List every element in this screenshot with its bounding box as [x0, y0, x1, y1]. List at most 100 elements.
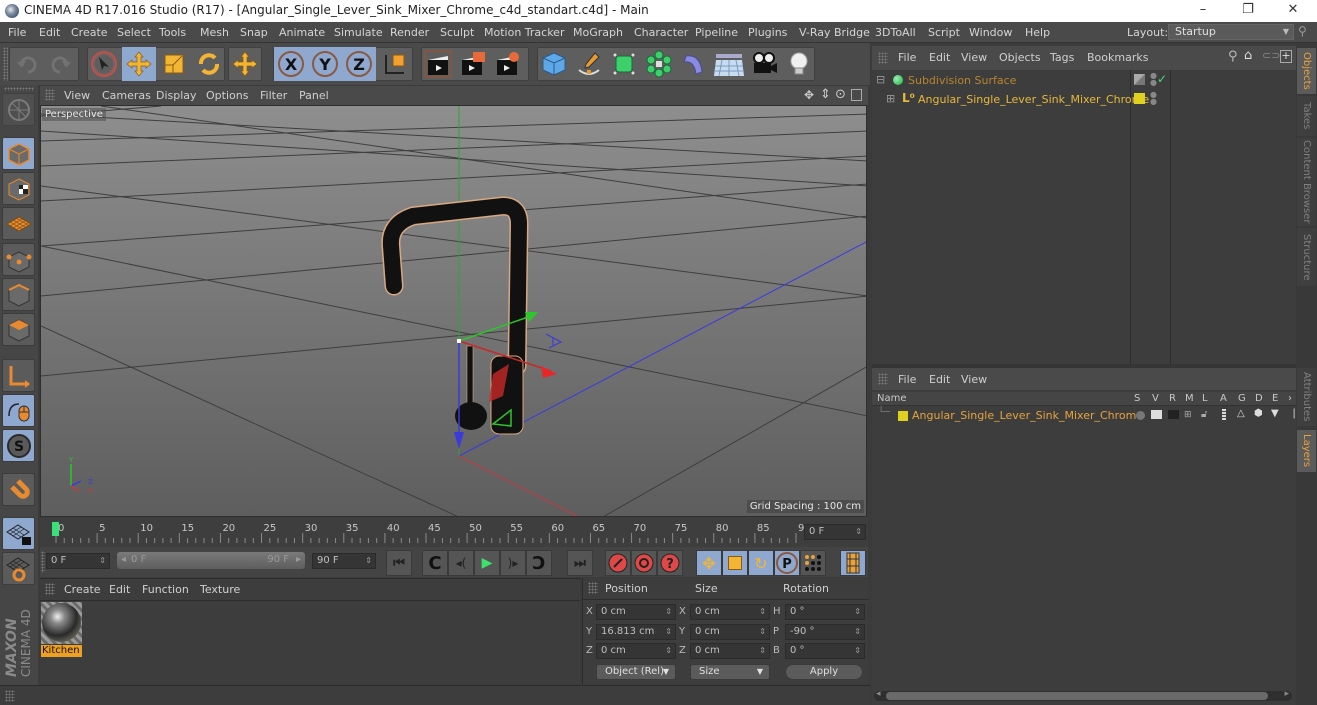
coordinates-grip[interactable] [588, 582, 598, 594]
link-icon[interactable]: ⊂⊃ [1262, 49, 1280, 62]
menu-character[interactable]: Character [634, 26, 688, 39]
cloner-icon[interactable] [642, 47, 676, 81]
generators-toggle-icon[interactable]: △ [1237, 408, 1245, 419]
cube-icon[interactable] [537, 47, 571, 81]
key-position-button[interactable]: ✥ [696, 550, 722, 576]
viewport-dolly-icon[interactable]: ⇕ [820, 87, 831, 102]
new-window-icon[interactable]: + [1280, 50, 1292, 63]
undo-icon[interactable] [10, 47, 44, 81]
timeline-ruler[interactable]: 051015202530354045505560657075808590 0 F… [40, 517, 868, 547]
menu-plugins[interactable]: Plugins [748, 26, 787, 39]
rotation-h-field[interactable]: 0 ° ⇕ [785, 604, 865, 620]
tab-structure[interactable]: Structure [1297, 228, 1316, 286]
viewport-menu-cameras[interactable]: Cameras [102, 89, 151, 102]
coordinate-mode-dropdown[interactable]: Object (Rel) ▼ [596, 664, 676, 680]
horizontal-scrollbar[interactable]: ◂ ▸ [874, 689, 1292, 701]
viewport-menu-view[interactable]: View [64, 89, 90, 102]
menu-create[interactable]: Create [71, 26, 108, 39]
visibility-dots-icon[interactable]: ● ● [1150, 91, 1157, 106]
objects-menu-view[interactable]: View [961, 51, 987, 64]
position-x-field[interactable]: 0 cm ⇕ [596, 604, 676, 620]
workplane-align-icon[interactable] [2, 552, 35, 585]
menu-edit[interactable]: Edit [39, 26, 60, 39]
timeline-window-button[interactable] [840, 550, 866, 576]
object-row-subdivision-surface[interactable]: ⊟ Subdivision Surface ● ● ✓ [872, 71, 1296, 90]
layer-tag-icon[interactable] [1134, 74, 1145, 85]
keyframe-selection-button[interactable]: ? [657, 550, 683, 576]
size-x-field[interactable]: 0 cm ⇕ [690, 604, 770, 620]
menu-3dtoall[interactable]: 3DToAll [875, 26, 916, 39]
rotation-p-field[interactable]: -90 ° ⇕ [785, 624, 865, 640]
object-manager-grip[interactable] [878, 52, 888, 64]
end-frame-field[interactable]: 90 F ⇕ [312, 553, 376, 569]
go-to-previous-key-button[interactable]: C [422, 550, 448, 576]
col-expressions[interactable]: E [1272, 393, 1278, 404]
col-generators[interactable]: G [1238, 393, 1246, 404]
key-rotation-button[interactable]: ↻ [748, 550, 774, 576]
recent-tool-move-icon[interactable] [228, 47, 262, 81]
toolbar-grip[interactable] [3, 47, 8, 81]
z-axis-icon[interactable]: Z [342, 47, 376, 81]
size-y-field[interactable]: 0 cm ⇕ [690, 624, 770, 640]
tab-attributes[interactable]: Attributes [1297, 368, 1316, 426]
camera-icon[interactable] [747, 47, 781, 81]
viewport-menu-filter[interactable]: Filter [260, 89, 287, 102]
menu-help[interactable]: Help [1025, 26, 1050, 39]
objects-menu-objects[interactable]: Objects [999, 51, 1041, 64]
pen-spline-icon[interactable] [572, 47, 606, 81]
col-deformers[interactable]: D [1255, 393, 1263, 404]
frame-range-slider[interactable]: ◂ 0 F 90 F ▸ [117, 552, 305, 569]
collapse-icon[interactable]: ⊟ [876, 73, 885, 86]
coordinate-system-icon[interactable] [378, 47, 412, 81]
axis-mode-icon[interactable] [2, 359, 35, 392]
material-menu-edit[interactable]: Edit [109, 583, 130, 596]
material-grip[interactable] [45, 583, 55, 595]
workplane-lock-icon[interactable] [2, 517, 35, 550]
go-to-end-button[interactable]: ⏭ [567, 550, 593, 576]
viewport-menu-panel[interactable]: Panel [299, 89, 329, 102]
render-view-icon[interactable] [421, 47, 455, 81]
layer-manager-grip[interactable] [878, 373, 888, 385]
render-settings-icon[interactable] [491, 47, 525, 81]
objects-menu-tags[interactable]: Tags [1050, 51, 1074, 64]
objects-menu-bookmarks[interactable]: Bookmarks [1087, 51, 1148, 64]
viewport-rotate-icon[interactable]: ⊙ [835, 87, 846, 102]
texture-mode-icon[interactable] [2, 172, 35, 205]
expand-icon[interactable]: ⊞ [886, 92, 895, 105]
tab-layers[interactable]: Layers [1297, 430, 1316, 472]
render-to-picture-viewer-icon[interactable] [456, 47, 490, 81]
col-solo[interactable]: S [1134, 393, 1140, 404]
col-visible[interactable]: V [1152, 393, 1159, 404]
render-toggle-icon[interactable] [1168, 410, 1179, 419]
redo-icon[interactable] [44, 47, 78, 81]
key-parameter-button[interactable]: P [774, 550, 800, 576]
record-keys-button[interactable] [605, 550, 631, 576]
polygons-mode-icon[interactable] [2, 313, 35, 346]
faucet-model[interactable] [381, 196, 529, 435]
objects-menu-edit[interactable]: Edit [929, 51, 950, 64]
object-name[interactable]: Angular_Single_Lever_Sink_Mixer_Chrome [918, 93, 1149, 106]
col-animation[interactable]: A [1220, 393, 1227, 404]
material-item-kitchen[interactable]: Kitchen [41, 602, 82, 658]
light-icon[interactable] [782, 47, 816, 81]
viewport-menu-options[interactable]: Options [206, 89, 248, 102]
tweak-mode-icon[interactable] [2, 394, 35, 427]
home-icon[interactable]: ⌂ [1244, 48, 1252, 63]
panel-divider[interactable] [872, 364, 1296, 368]
object-name[interactable]: Subdivision Surface [908, 74, 1016, 87]
go-to-start-button[interactable]: ⏮ [386, 550, 412, 576]
go-to-next-key-button[interactable]: C [526, 550, 552, 576]
size-z-field[interactable]: 0 cm ⇕ [690, 643, 770, 659]
workplane-mode-icon[interactable] [2, 207, 35, 240]
material-menu-texture[interactable]: Texture [200, 583, 240, 596]
minimize-button[interactable]: – [1180, 0, 1226, 22]
col-manager[interactable]: M [1185, 393, 1194, 404]
menu-mograph[interactable]: MoGraph [573, 26, 623, 39]
floor-icon[interactable] [712, 47, 746, 81]
size-mode-dropdown[interactable]: Size ▼ [690, 664, 770, 680]
deformers-toggle-icon[interactable]: ⬢ [1254, 408, 1263, 419]
autokeying-button[interactable] [631, 550, 657, 576]
viewport-maximize-icon[interactable] [851, 89, 862, 101]
visibility-dots-icon[interactable]: ● ● [1150, 72, 1157, 87]
menu-tools[interactable]: Tools [159, 26, 186, 39]
